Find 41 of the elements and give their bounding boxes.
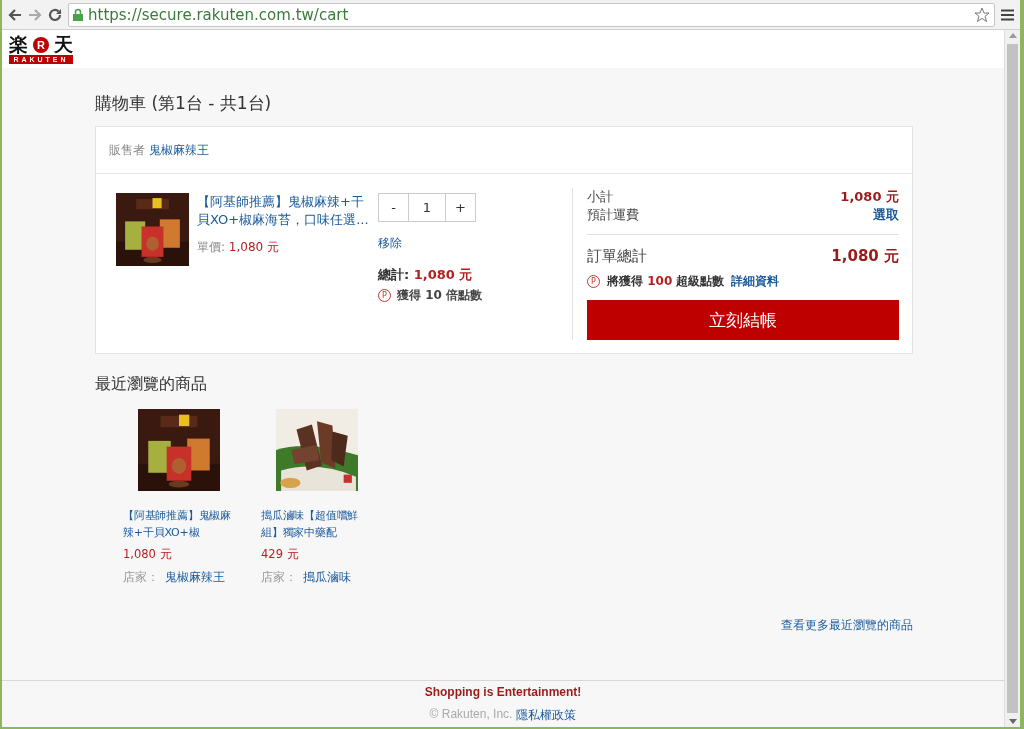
shipping-link[interactable]: 選取 [873,206,899,224]
product-link[interactable]: 【阿基師推薦】鬼椒麻辣+干貝XO+椒麻海苔，口味任選... [197,193,372,229]
item-total: 總計: 1,080 元 [378,266,474,284]
lock-icon [73,8,83,21]
product-link[interactable]: 【阿基師推薦】鬼椒麻辣+干貝XO+椒 [123,507,235,541]
scroll-down-icon[interactable] [1008,719,1017,724]
checkout-button[interactable]: 立刻結帳 [587,300,899,340]
store-label: 店家： [261,570,297,585]
store-link[interactable]: 搗瓜滷味 [303,570,351,585]
recent-title: 最近瀏覽的商品 [95,374,208,395]
star-icon[interactable] [974,6,990,23]
subtotal-value: 1,080 元 [840,188,899,206]
details-link[interactable]: 詳細資料 [731,273,780,290]
points-text: 獲得 10 倍點數 [397,287,483,304]
points-text: 將獲得 100 超級點數 [607,273,725,290]
scrollbar-thumb[interactable] [1007,44,1018,713]
slogan-text: Shopping is Entertainment! [424,684,582,699]
product-price: 429 元 [261,547,300,562]
subtotal-label: 小計 [587,188,613,206]
seller-link[interactable]: 鬼椒麻辣王 [149,141,209,159]
shipping-label: 預計運費 [587,206,639,224]
quantity-stepper[interactable]: - 1 + [378,193,476,222]
url-text: https://secure.rakuten.com.tw/cart [88,5,350,24]
remove-link[interactable]: 移除 [378,235,548,252]
privacy-link[interactable]: 隱私權政策 [516,706,577,724]
menu-icon[interactable] [1001,8,1014,21]
more-link[interactable]: 查看更多最近瀏覽的商品 [781,618,913,632]
product-price: 1,080 元 [123,547,173,562]
product-link[interactable]: 搗瓜滷味【超值嚐鮮組】獨家中藥配 [261,507,373,541]
unit-price: 單價: 1,080 元 [197,239,281,256]
store-link[interactable]: 鬼椒麻辣王 [165,570,225,585]
cart-title: 購物車 (第1台 - 共1台) [95,92,273,115]
seller-label: 販售者 [109,141,145,159]
quantity-field[interactable]: 1 [408,194,446,221]
copyright-text: © Rakuten, Inc. [429,706,513,723]
reload-icon[interactable] [48,7,62,22]
store-label: 店家： [123,570,159,585]
address-bar[interactable]: https://secure.rakuten.com.tw/cart [68,2,995,27]
back-icon[interactable] [8,7,22,22]
order-total-label: 訂單總計 [587,246,647,267]
order-total-value: 1,080 元 [831,246,899,267]
